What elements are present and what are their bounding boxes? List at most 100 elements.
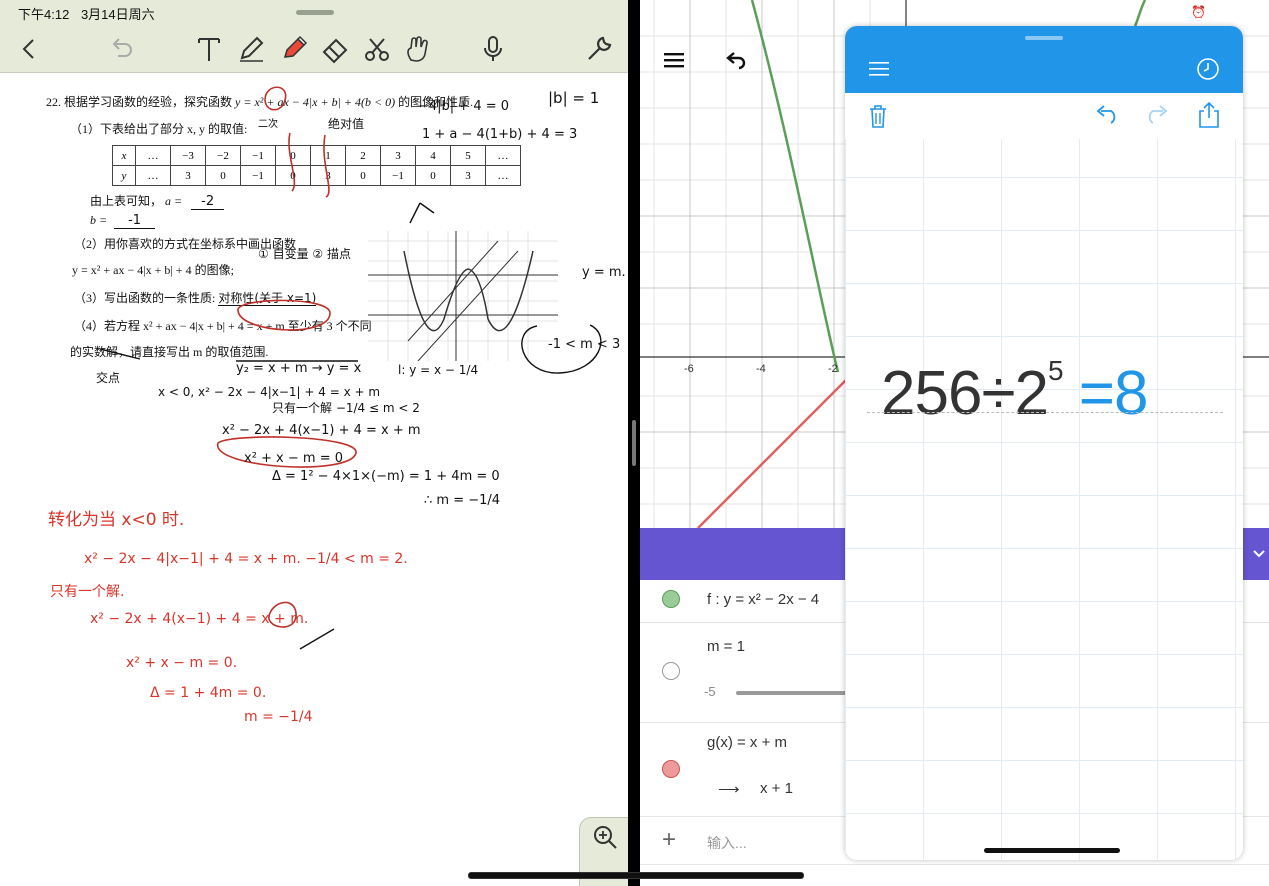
g-result: x + 1	[760, 780, 793, 797]
table-cell: 0	[415, 165, 451, 186]
back-chevron-icon[interactable]	[14, 34, 44, 64]
expression-base: 256÷2	[881, 359, 1049, 428]
expression-exponent: 5	[1047, 355, 1064, 386]
note-eq2: 1 + a − 4(1+b) + 4 = 3	[422, 127, 578, 142]
table-cell: −1	[240, 145, 276, 166]
slideover-grabber[interactable]	[1025, 36, 1063, 40]
ink-red-7: m = −1/4	[244, 709, 313, 725]
ink-black-2: x < 0, x² − 2x − 4|x−1| + 4 = x + m	[158, 385, 381, 399]
visibility-toggle[interactable]	[662, 760, 680, 778]
history-clock-icon[interactable]	[1196, 57, 1220, 81]
highlighter-tool-icon[interactable]	[278, 34, 308, 64]
add-icon[interactable]: +	[662, 826, 676, 854]
split-view-handle[interactable]	[632, 420, 636, 466]
eraser-tool-icon[interactable]	[320, 34, 350, 64]
a-label: a =	[165, 194, 183, 208]
window-grabber[interactable]	[296, 10, 334, 15]
redo-icon[interactable]	[1143, 105, 1171, 125]
calculator-header	[845, 26, 1243, 93]
problem-title: 22. 根据学习函数的经验，探究函数 y = x² + ax − 4|x + b…	[46, 93, 473, 110]
table-cell: −2	[205, 145, 241, 166]
table-cell: 1	[310, 145, 346, 166]
ink-black-4: x² − 2x + 4(x−1) + 4 = x + m	[222, 423, 421, 438]
table-cell: …	[135, 145, 171, 166]
microphone-icon[interactable]	[478, 34, 508, 64]
slideover-home-indicator[interactable]	[984, 848, 1120, 853]
calculator-slideover: 256÷25 =8	[845, 26, 1243, 860]
note-abs: 绝对值	[328, 117, 365, 131]
fill-a: 由上表可知， a = -2	[90, 192, 225, 210]
fill1-text: 由上表可知，	[90, 194, 163, 208]
table-cell: 3	[380, 145, 416, 166]
wifi-icon: ◠	[1177, 5, 1188, 19]
equals-sign: =	[1078, 359, 1115, 428]
slider-min: -5	[704, 684, 716, 699]
ink-red-2: x² − 2x − 4|x−1| + 4 = x + m. −1/4 < m =…	[84, 551, 408, 567]
ink-black-6: Δ = 1² − 4×1×(−m) = 1 + 4m = 0	[272, 469, 500, 484]
table-cell: …	[135, 165, 171, 186]
table-cell: 3	[450, 165, 486, 186]
battery-icon	[1237, 6, 1261, 19]
g-definition: g(x) = x + m	[707, 734, 788, 751]
lasso-scissors-icon[interactable]	[362, 34, 392, 64]
expression-baseline	[867, 412, 1223, 413]
menu-icon[interactable]	[869, 60, 889, 78]
ink-red-4: x² − 2x + 4(x−1) + 4 = x + m.	[90, 611, 309, 627]
part1-text: （1）下表给出了部分 x, y 的取值:	[70, 122, 248, 136]
ink-jiaodian: 交点	[96, 371, 121, 385]
note-ym: y = m.	[582, 265, 626, 280]
algebra-input[interactable]: 输入...	[707, 833, 747, 853]
expression-answer: 8	[1113, 359, 1148, 428]
home-indicator[interactable]	[468, 872, 804, 879]
document-page[interactable]: 22. 根据学习函数的经验，探究函数 y = x² + ax − 4|x + b…	[0, 73, 628, 886]
value-table: x … −3 −2 −1 0 1 2 3 4 5 … y … 3 0 −1 0 …	[112, 145, 521, 186]
calculator-canvas[interactable]	[845, 93, 1243, 860]
table-row-y: y … 3 0 −1 0 3 0 −1 0 3 …	[112, 165, 521, 186]
status-time-date: 下午4:12 3月14日周六	[18, 4, 155, 23]
note-range: -1 < m < 3	[548, 337, 621, 352]
menu-icon[interactable]	[662, 50, 686, 70]
table-cell: 0	[275, 165, 311, 186]
undo-icon[interactable]	[106, 34, 136, 64]
wrench-settings-icon[interactable]	[584, 34, 614, 64]
part3-answer: 对称性(关于 x=1)	[218, 291, 317, 306]
part3-text: （3）写出函数的一条性质: 对称性(关于 x=1)	[74, 289, 317, 306]
m-slider[interactable]	[736, 691, 856, 695]
part3-label: （3）写出函数的一条性质:	[74, 291, 216, 305]
table-cell: …	[485, 165, 521, 186]
note-erci: 二次	[258, 119, 278, 130]
ink-red-3: 只有一个解.	[50, 584, 125, 600]
calculator-toolbar	[845, 93, 1243, 139]
zoom-in-icon	[594, 826, 617, 849]
m-definition: m = 1	[707, 638, 745, 655]
chevron-down-icon[interactable]	[1251, 546, 1267, 562]
ink-black-5: x² + x − m = 0	[244, 451, 344, 466]
fill-b: b = -1	[90, 213, 156, 229]
a-answer: -2	[191, 194, 225, 210]
ink-black-3: 只有一个解 −1/4 ≤ m < 2	[272, 401, 420, 415]
problem-title-text: 22. 根据学习函数的经验，探究函数	[46, 95, 233, 109]
hand-gesture-icon[interactable]	[402, 34, 432, 64]
visibility-toggle[interactable]	[662, 590, 680, 608]
text-tool-icon[interactable]	[194, 34, 224, 64]
share-icon[interactable]	[1197, 101, 1221, 129]
result-arrow-icon: ⟶	[718, 781, 740, 798]
problem-formula: y = x² + ax − 4|x + b| + 4(b < 0)	[235, 95, 396, 109]
undo-icon[interactable]	[1093, 105, 1121, 125]
table-cell: 0	[205, 165, 241, 186]
ink-black-1: y₂ = x + m → y = x	[236, 361, 362, 376]
trash-icon[interactable]	[867, 103, 889, 129]
handwritten-expression[interactable]: 256÷25 =8	[881, 355, 1148, 429]
visibility-toggle[interactable]	[662, 662, 680, 680]
table-row-x: x … −3 −2 −1 0 1 2 3 4 5 …	[112, 145, 521, 166]
x-tick-label: -2	[828, 363, 838, 375]
pen-tool-icon[interactable]	[236, 34, 266, 64]
table-cell: −3	[170, 145, 206, 166]
table-cell: …	[485, 145, 521, 166]
table-cell: 4	[415, 145, 451, 166]
undo-arrow-icon[interactable]	[722, 50, 748, 70]
table-cell: −1	[240, 165, 276, 186]
notes-app: 下午4:12 3月14日周六 22. 根据学习函数的经验，探究函数 y = x²…	[0, 0, 628, 886]
table-cell: 5	[450, 145, 486, 166]
table-cell: 2	[345, 145, 381, 166]
